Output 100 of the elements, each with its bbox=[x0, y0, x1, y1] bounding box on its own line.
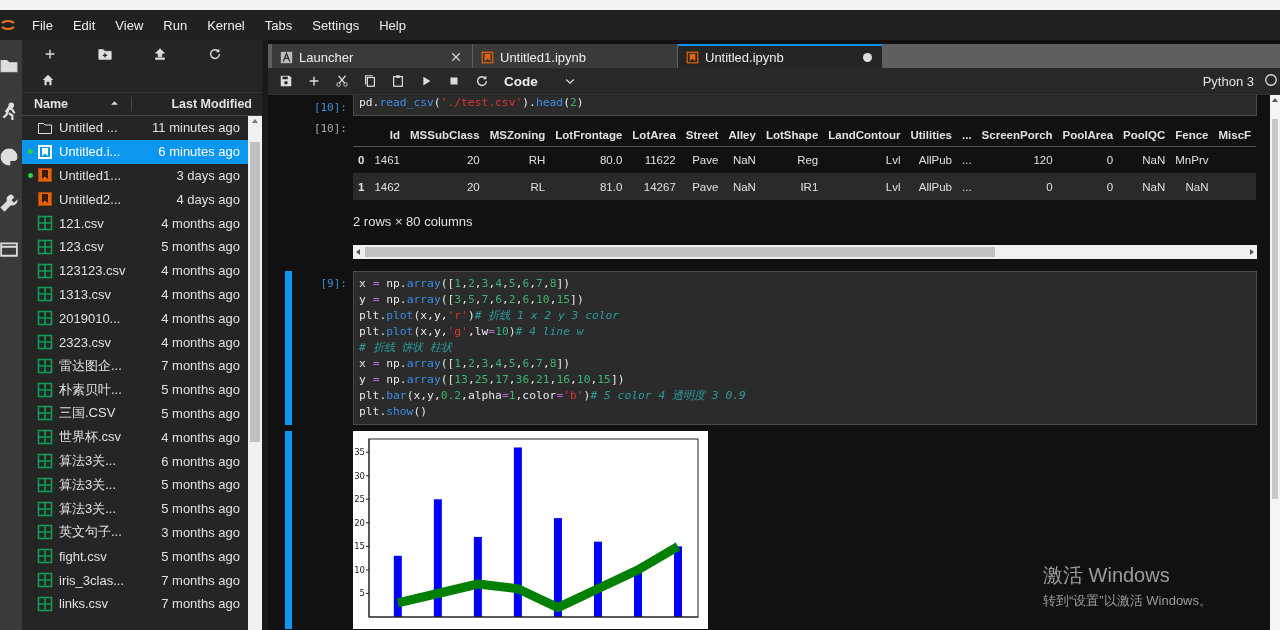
menu-item[interactable]: Run bbox=[153, 17, 198, 33]
directory-listing-row[interactable]: fight.csv 5 months ago bbox=[22, 544, 248, 569]
file-modified: 4 months ago bbox=[160, 215, 241, 231]
kernel-name[interactable]: Python 3 bbox=[1202, 73, 1254, 89]
directory-listing-row[interactable]: 世界杯.csv 4 months ago bbox=[22, 425, 248, 450]
table-cell: 120 bbox=[976, 146, 1058, 173]
file-modified: 4 months ago bbox=[160, 310, 241, 326]
column-header: Street bbox=[680, 124, 724, 146]
directory-listing-row[interactable]: 2019010... 4 months ago bbox=[22, 306, 248, 331]
y-tick-label: 10 bbox=[354, 564, 365, 575]
home-icon bbox=[41, 73, 55, 87]
scrollbar[interactable] bbox=[248, 116, 262, 630]
file-name: iris_3clas... bbox=[59, 572, 126, 588]
table-cell: 20 bbox=[405, 173, 485, 200]
notebook-icon bbox=[481, 50, 494, 64]
file-name: 算法3关... bbox=[59, 452, 118, 471]
table-cell: IR1 bbox=[760, 173, 824, 200]
spreadsheet-icon bbox=[37, 357, 53, 374]
file-name: 121.csv bbox=[59, 215, 105, 231]
tab[interactable]: Untitled.ipynb bbox=[678, 44, 882, 68]
spreadsheet-icon bbox=[37, 453, 53, 470]
spreadsheet-icon bbox=[37, 215, 53, 232]
file-modified: 5 months ago bbox=[160, 405, 241, 421]
column-header: LotShape bbox=[760, 124, 824, 146]
kernel-idle-icon bbox=[1264, 72, 1278, 87]
spreadsheet-icon bbox=[37, 334, 53, 351]
y-tick-label: 30 bbox=[354, 470, 365, 481]
file-modified: 7 months ago bbox=[160, 358, 241, 374]
code-line: plt.plot(x,y,'g',lw=10)# 4 line w bbox=[359, 324, 585, 340]
directory-listing-row[interactable]: Untitled1... 3 days ago bbox=[22, 163, 248, 188]
directory-listing-row[interactable]: 121.csv 4 months ago bbox=[22, 211, 248, 235]
directory-listing-row[interactable]: 算法3关... 5 months ago bbox=[22, 496, 248, 521]
directory-listing-row[interactable]: 123.csv 5 months ago bbox=[22, 235, 248, 259]
table-cell: AllPub bbox=[905, 146, 957, 173]
activation-subtitle: 转到“设置”以激活 Windows。 bbox=[1043, 592, 1212, 610]
refresh-icon bbox=[475, 74, 489, 88]
directory-listing-row[interactable]: links.csv 7 months ago bbox=[22, 591, 248, 616]
table-cell: 1462 bbox=[369, 173, 405, 200]
code-line: # 折线 饼状 柱状 bbox=[359, 340, 454, 356]
menu-item[interactable]: Kernel bbox=[197, 17, 255, 33]
file-name: 1313.csv bbox=[59, 286, 113, 302]
output-prompt: [10]: bbox=[313, 121, 347, 137]
launcher-icon bbox=[280, 50, 293, 64]
name-column-header[interactable]: Name bbox=[22, 97, 132, 111]
menu-item[interactable]: Help bbox=[369, 17, 416, 33]
column-header: LotFrontage bbox=[550, 124, 628, 146]
code-line: x = np.array([1,2,3,4,5,6,7,8]) bbox=[359, 276, 572, 292]
table-cell: Lvl bbox=[823, 173, 906, 200]
clipboard-icon bbox=[391, 74, 405, 88]
column-header: LotArea bbox=[627, 124, 681, 146]
code-input[interactable] bbox=[353, 271, 1257, 425]
file-modified: 4 days ago bbox=[175, 191, 241, 207]
tab[interactable]: Launcher bbox=[272, 44, 472, 68]
directory-listing-row[interactable]: 2323.csv 4 months ago bbox=[22, 330, 248, 354]
code-line: plt.bar(x,y,0.2,alpha=1,color='b')# 5 color 4 透明度 3 0.9 bbox=[359, 388, 747, 404]
table-cell: RH bbox=[484, 146, 551, 173]
directory-listing-row[interactable]: 雷达图企... 7 months ago bbox=[22, 353, 248, 378]
directory-listing-row[interactable]: 朴素贝叶... 5 months ago bbox=[22, 377, 248, 402]
modified-column-header[interactable]: Last Modified bbox=[132, 97, 262, 111]
directory-listing-row[interactable]: 123123.csv 4 months ago bbox=[22, 258, 248, 283]
directory-listing-row[interactable]: Untitled2... 4 days ago bbox=[22, 187, 248, 212]
menu-item[interactable]: File bbox=[22, 17, 63, 33]
code-input[interactable]: pd.read_csv('./test.csv').head(2) bbox=[353, 95, 1257, 116]
spreadsheet-icon bbox=[37, 548, 53, 565]
directory-listing-row[interactable]: 英文句子... 3 months ago bbox=[22, 520, 248, 545]
input-prompt: [10]: bbox=[313, 100, 347, 116]
file-name: 算法3关... bbox=[59, 475, 118, 494]
close-icon[interactable] bbox=[450, 51, 462, 63]
directory-listing-row[interactable]: 算法3关... 6 months ago bbox=[22, 449, 248, 473]
file-name: links.csv bbox=[59, 596, 110, 612]
directory-listing-row[interactable]: 1313.csv 4 months ago bbox=[22, 282, 248, 307]
file-name: fight.csv bbox=[59, 548, 108, 564]
column-header: ... bbox=[957, 124, 977, 146]
notebook-icon bbox=[37, 191, 53, 208]
tab[interactable]: Untitled1.ipynb bbox=[473, 44, 677, 68]
table-summary: 2 rows × 80 columns bbox=[353, 214, 474, 229]
file-modified: 5 months ago bbox=[160, 548, 241, 564]
code-line: plt.plot(x,y,'r')# 折线 1 x 2 y 3 color bbox=[359, 308, 621, 324]
sort-ascending-icon bbox=[110, 99, 119, 108]
file-name: 雷达图企... bbox=[59, 356, 123, 375]
directory-listing-row[interactable]: iris_3clas... 7 months ago bbox=[22, 568, 248, 592]
cell-type-dropdown[interactable]: Code bbox=[498, 73, 582, 89]
menu-item[interactable]: Tabs bbox=[254, 17, 303, 33]
upload-icon bbox=[152, 47, 167, 61]
menu-item[interactable]: View bbox=[105, 17, 154, 33]
save-icon bbox=[279, 74, 293, 88]
horizontal-scrollbar[interactable] bbox=[353, 245, 1257, 259]
file-name: 朴素贝叶... bbox=[59, 380, 123, 399]
notebook-icon bbox=[686, 50, 699, 64]
spreadsheet-icon bbox=[37, 286, 53, 303]
menu-item[interactable]: Settings bbox=[302, 17, 370, 33]
jupyter-logo-icon bbox=[0, 17, 16, 33]
directory-listing-row[interactable]: 三国.CSV 5 months ago bbox=[22, 401, 248, 426]
directory-listing-row[interactable]: Untitled ... 11 minutes ago bbox=[22, 116, 248, 140]
table-cell: 1461 bbox=[369, 146, 405, 173]
directory-listing-row[interactable]: 算法3关... 5 months ago bbox=[22, 472, 248, 497]
file-modified: 11 minutes ago bbox=[151, 120, 241, 136]
scrollbar[interactable] bbox=[1270, 95, 1280, 630]
menu-item[interactable]: Edit bbox=[62, 17, 106, 33]
table-cell: NaN bbox=[1118, 173, 1171, 200]
